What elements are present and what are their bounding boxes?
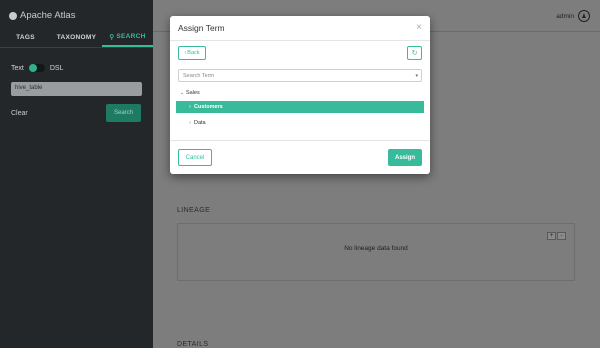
- back-button[interactable]: ‹ Back: [178, 46, 206, 60]
- cancel-button[interactable]: Cancel: [178, 149, 212, 166]
- assign-term-modal: Assign Term × ‹ Back ↻ Search Term ▾ ⌄ S…: [170, 16, 430, 174]
- tree-item-data[interactable]: › Data: [176, 117, 424, 129]
- tree-item-sales[interactable]: ⌄ Sales: [176, 87, 424, 99]
- collapsed-arrow-icon[interactable]: ›: [186, 120, 194, 126]
- tree-item-customers[interactable]: › Customers: [176, 101, 424, 113]
- collapsed-arrow-icon[interactable]: ›: [186, 104, 194, 110]
- refresh-icon: ↻: [411, 50, 418, 57]
- expand-arrow-icon[interactable]: ⌄: [178, 90, 186, 96]
- assign-button[interactable]: Assign: [388, 149, 422, 166]
- refresh-button[interactable]: ↻: [407, 46, 422, 60]
- tree-item-label: Sales: [186, 90, 200, 96]
- modal-header-divider: [170, 40, 430, 41]
- modal-footer-divider: [170, 140, 430, 141]
- modal-title: Assign Term: [178, 23, 225, 33]
- term-tree: ⌄ Sales › Customers › Data: [176, 87, 424, 129]
- back-button-label: Back: [187, 50, 200, 56]
- tree-item-label: Data: [194, 120, 206, 126]
- tree-item-label: Customers: [194, 104, 223, 110]
- close-icon[interactable]: ×: [416, 22, 422, 33]
- search-term-select[interactable]: Search Term ▾: [178, 69, 422, 82]
- search-term-placeholder: Search Term: [183, 73, 215, 79]
- caret-down-icon: ▾: [415, 73, 418, 79]
- chevron-left-icon: ‹: [184, 50, 187, 56]
